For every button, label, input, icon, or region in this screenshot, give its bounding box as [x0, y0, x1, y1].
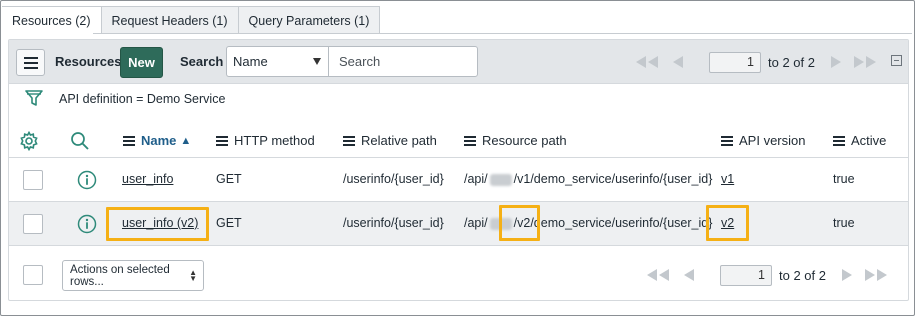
search-input[interactable] — [328, 46, 478, 77]
first-page-icon[interactable] — [635, 56, 659, 68]
column-label-relative-path: Relative path — [361, 133, 437, 148]
related-list-frame: Resources (2) Request Headers (1) Query … — [0, 0, 915, 316]
actions-select[interactable]: Actions on selected rows... ▲ ▼ — [62, 260, 204, 291]
page-number-input[interactable] — [709, 51, 761, 73]
http-method-cell: GET — [216, 216, 242, 230]
column-menu-icon[interactable] — [464, 135, 476, 146]
row-checkbox[interactable] — [23, 214, 43, 234]
actions-select-value: Actions on selected rows... — [70, 263, 170, 288]
select-all-checkbox[interactable] — [23, 265, 43, 285]
bottom-pagination: to 2 of 2 — [646, 264, 888, 286]
previous-page-icon[interactable] — [673, 56, 683, 68]
search-field-selected-value: Name — [233, 54, 268, 69]
relative-path-cell: /userinfo/{user_id} — [343, 172, 444, 186]
list-footer: Actions on selected rows... ▲▼ to 2 of 2 — [9, 248, 908, 300]
gear-icon[interactable] — [19, 130, 39, 154]
table-header: Name ▲ HTTP method Relative path Resourc… — [9, 124, 908, 158]
sort-ascending-icon: ▲ — [180, 134, 192, 147]
filter-breadcrumb: API definition = Demo Service — [9, 85, 908, 113]
magnifier-icon[interactable] — [70, 131, 90, 154]
page-range-text: to 2 of 2 — [779, 267, 826, 283]
filter-condition-text[interactable]: API definition = Demo Service — [59, 92, 225, 106]
api-version-link[interactable]: v1 — [721, 172, 734, 186]
active-cell: true — [833, 216, 855, 230]
tab-resources[interactable]: Resources (2) — [2, 6, 102, 34]
related-list-tabs: Resources (2) Request Headers (1) Query … — [2, 6, 381, 34]
page-range-text: to 2 of 2 — [768, 54, 815, 70]
resource-path-version: /v1 — [513, 172, 531, 186]
page-number-input[interactable] — [720, 264, 772, 286]
column-header-relative-path[interactable]: Relative path — [343, 133, 437, 148]
info-circle-icon[interactable] — [77, 214, 97, 237]
resources-list-panel: Resources New Search Name to 2 of 2 — [8, 39, 909, 301]
table-row: user_info GET /userinfo/{user_id} /api//… — [9, 158, 908, 202]
column-header-active[interactable]: Active — [833, 133, 886, 148]
list-title: Resources — [55, 54, 122, 69]
column-label-active: Active — [851, 133, 887, 148]
last-page-icon[interactable] — [853, 56, 877, 68]
hamburger-icon — [23, 56, 38, 69]
column-menu-icon[interactable] — [833, 135, 845, 146]
column-menu-icon[interactable] — [343, 135, 355, 146]
resource-path-suffix: /demo_service/userinfo/{user_id} — [530, 216, 713, 230]
http-method-cell: GET — [216, 172, 242, 186]
resource-path-version: /v2 — [513, 216, 531, 230]
new-button[interactable]: New — [120, 47, 163, 78]
info-circle-icon[interactable] — [77, 170, 97, 193]
column-label-name: Name — [141, 133, 177, 148]
top-pagination: to 2 of 2 — [635, 51, 877, 73]
list-menu-button[interactable] — [16, 49, 45, 76]
active-cell: true — [833, 172, 855, 186]
resource-name-link[interactable]: user_info — [122, 172, 173, 186]
next-page-icon[interactable] — [830, 56, 841, 68]
column-header-api-version[interactable]: API version — [721, 133, 805, 148]
list-toolbar: Resources New Search Name to 2 of 2 — [9, 40, 908, 84]
redacted-namespace — [489, 217, 512, 230]
resource-name-link[interactable]: user_info (v2) — [122, 216, 198, 230]
search-label: Search — [180, 54, 224, 69]
tab-request-headers[interactable]: Request Headers (1) — [101, 6, 239, 34]
column-menu-icon[interactable] — [123, 135, 135, 146]
resource-path-cell: /api/ /v1/demo_service/userinfo/{user_id} — [464, 172, 712, 186]
first-page-icon[interactable] — [646, 269, 670, 281]
search-field-select[interactable]: Name — [226, 46, 328, 77]
previous-page-icon[interactable] — [684, 269, 694, 281]
tab-query-parameters[interactable]: Query Parameters (1) — [238, 6, 381, 34]
collapse-list-icon[interactable] — [891, 55, 902, 66]
next-page-icon[interactable] — [841, 269, 852, 281]
funnel-icon[interactable] — [25, 89, 43, 110]
updown-arrows-icon: ▲ ▼ — [189, 268, 197, 283]
last-page-icon[interactable] — [864, 269, 888, 281]
dropdown-arrow-icon — [313, 58, 321, 65]
resource-path-suffix: /demo_service/userinfo/{user_id} — [530, 172, 713, 186]
column-header-resource-path[interactable]: Resource path — [464, 133, 567, 148]
column-header-http-method[interactable]: HTTP method — [216, 133, 315, 148]
column-header-name[interactable]: Name ▲ — [123, 133, 191, 148]
column-menu-icon[interactable] — [216, 135, 228, 146]
column-label-resource-path: Resource path — [482, 133, 567, 148]
row-checkbox[interactable] — [23, 170, 43, 190]
table-row: user_info (v2) GET /userinfo/{user_id} /… — [9, 202, 908, 246]
api-version-link[interactable]: v2 — [721, 216, 734, 230]
column-menu-icon[interactable] — [721, 135, 733, 146]
resource-path-prefix: /api/ — [464, 172, 488, 186]
redacted-namespace — [489, 173, 512, 186]
relative-path-cell: /userinfo/{user_id} — [343, 216, 444, 230]
resource-path-prefix: /api/ — [464, 216, 488, 230]
resource-path-cell: /api/ /v2/demo_service/userinfo/{user_id} — [464, 216, 712, 230]
tabs-divider — [93, 33, 912, 34]
column-label-http-method: HTTP method — [234, 133, 315, 148]
column-label-api-version: API version — [739, 133, 806, 148]
